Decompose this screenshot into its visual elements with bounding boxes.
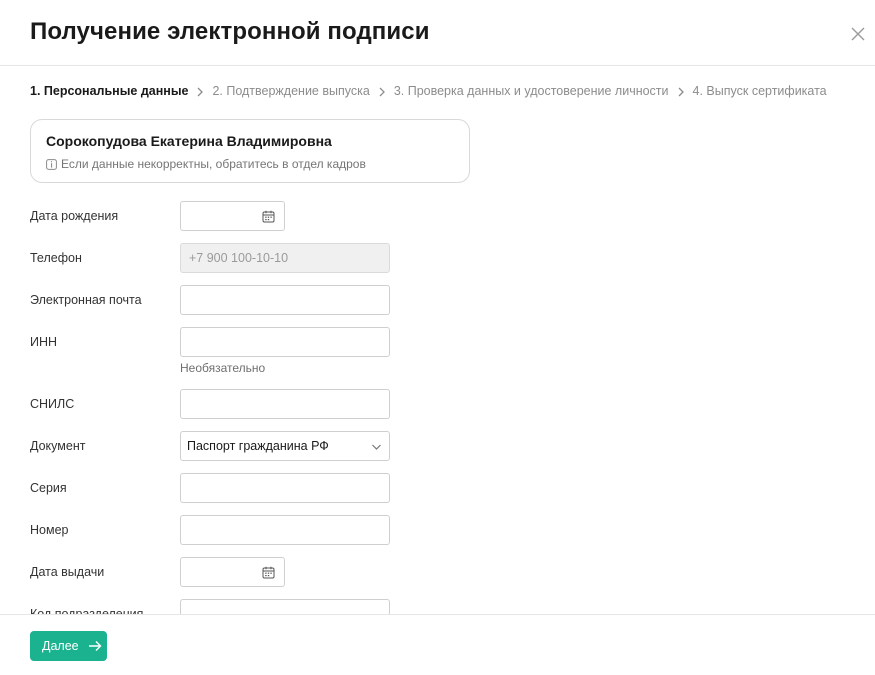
- close-icon[interactable]: [848, 24, 868, 44]
- series-field[interactable]: [180, 473, 390, 503]
- document-label: Документ: [30, 439, 86, 453]
- dialog-title: Получение электронной подписи: [30, 18, 430, 45]
- phone-field: +7 900 100-10-10: [180, 243, 390, 273]
- number-label: Номер: [30, 523, 69, 537]
- step-issue-certificate: 4. Выпуск сертификата: [692, 84, 827, 98]
- number-field[interactable]: [180, 515, 390, 545]
- birth-date-label: Дата рождения: [30, 209, 119, 223]
- birth-date-field[interactable]: [180, 201, 285, 231]
- step-confirm-release: 2. Подтверждение выпуска: [212, 84, 370, 98]
- chevron-right-icon: [370, 84, 394, 98]
- chevron-right-icon: [669, 84, 693, 98]
- inn-field[interactable]: [180, 327, 390, 357]
- dialog-footer: Далее: [0, 614, 875, 675]
- info-icon: [46, 158, 57, 170]
- issue-date-label: Дата выдачи: [30, 565, 105, 579]
- inn-hint: Необязательно: [180, 361, 266, 375]
- division-code-field[interactable]: [180, 599, 390, 615]
- calendar-icon[interactable]: [262, 566, 275, 579]
- person-name: Сорокопудова Екатерина Владимировна: [46, 133, 332, 149]
- chevron-right-icon: [188, 84, 212, 98]
- email-label: Электронная почта: [30, 293, 142, 307]
- form-scroll-area[interactable]: Сорокопудова Екатерина Владимировна Если…: [0, 105, 875, 615]
- snils-label: СНИЛС: [30, 397, 75, 411]
- step-verify-identity: 3. Проверка данных и удостоверение лично…: [393, 84, 669, 98]
- person-card: Сорокопудова Екатерина Владимировна Если…: [30, 119, 470, 183]
- person-hint: Если данные некорректны, обратитесь в от…: [46, 157, 366, 171]
- phone-label: Телефон: [30, 251, 82, 265]
- inn-label: ИНН: [30, 335, 58, 349]
- person-hint-text: Если данные некорректны, обратитесь в от…: [61, 157, 366, 171]
- chevron-down-icon: [372, 444, 381, 450]
- next-button-label: Далее: [42, 639, 79, 653]
- issue-date-field[interactable]: [180, 557, 285, 587]
- email-field[interactable]: [180, 285, 390, 315]
- document-select[interactable]: Паспорт гражданина РФ: [180, 431, 390, 461]
- arrow-right-icon: [88, 641, 102, 651]
- snils-field[interactable]: [180, 389, 390, 419]
- step-personal-data: 1. Персональные данные: [30, 84, 189, 98]
- next-button[interactable]: Далее: [30, 631, 107, 661]
- calendar-icon[interactable]: [262, 210, 275, 223]
- dialog-header: Получение электронной подписи: [0, 0, 875, 66]
- series-label: Серия: [30, 481, 67, 495]
- document-select-value: Паспорт гражданина РФ: [187, 439, 329, 453]
- stepper: 1. Персональные данные 2. Подтверждение …: [30, 84, 827, 98]
